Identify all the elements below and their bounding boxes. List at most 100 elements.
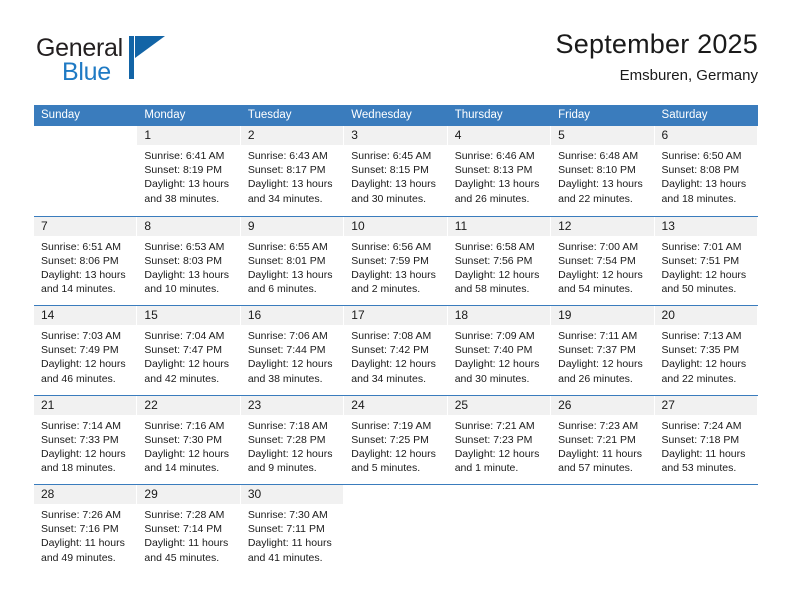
- day-number: 22: [144, 397, 158, 412]
- day-details: [551, 504, 654, 508]
- sunrise-text: Sunrise: 6:51 AM: [41, 240, 121, 253]
- sunrise-text: Sunrise: 7:14 AM: [41, 419, 121, 432]
- day-details: Sunrise: 7:16 AM Sunset: 7:30 PM Daylight:…: [137, 415, 240, 476]
- day-details: Sunrise: 7:03 AM Sunset: 7:49 PM Daylight:…: [34, 325, 137, 386]
- sunrise-text: Sunrise: 7:18 AM: [247, 419, 328, 432]
- calendar-day-cell[interactable]: 29 Sunrise: 7:28 AM Sunset: 7:14 PM Dayligh…: [137, 485, 241, 574]
- page-title: September 2025: [555, 29, 758, 59]
- calendar-day-cell[interactable]: 30 Sunrise: 7:30 AM Sunset: 7:11 PM Dayligh…: [240, 485, 345, 574]
- calendar-day-cell[interactable]: 20 Sunrise: 7:13 AM Sunset: 7:35 PM Dayligh…: [654, 306, 758, 395]
- calendar-day-cell[interactable]: 2 Sunrise: 6:43 AM Sunset: 8:17 PM Daylight…: [240, 126, 345, 216]
- day-number-band: [551, 485, 655, 504]
- calendar-day-cell[interactable]: 11 Sunrise: 6:58 AM Sunset: 7:56 PM Dayligh…: [447, 216, 552, 305]
- calendar-day-cell[interactable]: 27 Sunrise: 7:24 AM Sunset: 7:18 PM Dayligh…: [654, 395, 758, 484]
- calendar-day-cell[interactable]: 25 Sunrise: 7:21 AM Sunset: 7:23 PM Dayligh…: [447, 395, 552, 484]
- daylight-text-line1: Daylight: 13 hours: [351, 178, 436, 191]
- daylight-text-line2: and 18 minutes.: [661, 192, 737, 205]
- sunrise-text: Sunrise: 6:55 AM: [247, 240, 328, 253]
- day-details: Sunrise: 6:50 AM Sunset: 8:08 PM Daylight:…: [655, 145, 758, 206]
- daylight-text-line2: and 34 minutes.: [247, 192, 323, 205]
- day-details: Sunrise: 7:01 AM Sunset: 7:51 PM Daylight:…: [655, 236, 758, 297]
- day-details: Sunrise: 6:51 AM Sunset: 8:06 PM Daylight:…: [34, 236, 137, 297]
- calendar-day-cell[interactable]: 1 Sunrise: 6:41 AM Sunset: 8:19 PM Daylight…: [137, 126, 241, 216]
- calendar-day-cell[interactable]: 28 Sunrise: 7:26 AM Sunset: 7:16 PM Dayligh…: [34, 485, 138, 574]
- weekday-header-monday: Monday: [144, 109, 186, 121]
- calendar-day-cell[interactable]: 5 Sunrise: 6:48 AM Sunset: 8:10 PM Daylight…: [551, 126, 655, 216]
- daylight-text-line2: and 10 minutes.: [144, 283, 220, 296]
- calendar-day-cell[interactable]: 14 Sunrise: 7:03 AM Sunset: 7:49 PM Dayligh…: [34, 306, 138, 395]
- day-number-band: [34, 126, 138, 145]
- calendar-day-cell[interactable]: 13 Sunrise: 7:01 AM Sunset: 7:51 PM Dayligh…: [654, 216, 758, 305]
- calendar-day-cell[interactable]: 17 Sunrise: 7:08 AM Sunset: 7:42 PM Dayligh…: [344, 306, 448, 395]
- day-number-band: 24: [344, 395, 448, 415]
- day-number-band: 27: [654, 395, 758, 415]
- sunrise-text: Sunrise: 6:50 AM: [661, 150, 742, 162]
- sunset-text: Sunset: 7:47 PM: [144, 344, 223, 357]
- calendar-day-cell[interactable]: 3 Sunrise: 6:45 AM Sunset: 8:15 PM Daylight…: [344, 126, 448, 216]
- sunrise-text: Sunrise: 6:41 AM: [144, 150, 225, 162]
- day-number-band: 15: [137, 306, 241, 325]
- day-details: Sunrise: 7:08 AM Sunset: 7:42 PM Daylight:…: [344, 325, 447, 386]
- calendar-day-cell[interactable]: 15 Sunrise: 7:04 AM Sunset: 7:47 PM Dayligh…: [137, 306, 241, 395]
- calendar-day-cell[interactable]: 9 Sunrise: 6:55 AM Sunset: 8:01 PM Daylight…: [240, 216, 345, 305]
- daylight-text-line1: Daylight: 12 hours: [144, 447, 230, 460]
- day-number: 11: [454, 218, 468, 233]
- calendar-day-cell[interactable]: 22 Sunrise: 7:16 AM Sunset: 7:30 PM Dayligh…: [137, 395, 241, 484]
- daylight-text-line2: and 1 minute.: [454, 462, 519, 475]
- day-number-band: 20: [654, 306, 758, 325]
- daylight-text-line1: Daylight: 12 hours: [247, 358, 333, 371]
- day-details: [655, 504, 758, 508]
- day-number: 15: [144, 308, 158, 322]
- day-number-band: 2: [240, 126, 345, 145]
- day-number-band: 7: [34, 216, 138, 236]
- day-number-band: 12: [551, 216, 655, 236]
- calendar-day-cell-empty: [34, 126, 138, 216]
- brand-logo[interactable]: General Blue: [34, 34, 254, 92]
- day-number-band: 8: [137, 216, 241, 236]
- calendar-day-cell[interactable]: 12 Sunrise: 7:00 AM Sunset: 7:54 PM Dayligh…: [551, 216, 655, 305]
- calendar-day-cell[interactable]: 21 Sunrise: 7:14 AM Sunset: 7:33 PM Dayligh…: [34, 395, 138, 484]
- daylight-text-line2: and 46 minutes.: [41, 372, 116, 385]
- sunset-text: Sunset: 7:40 PM: [454, 344, 533, 357]
- daylight-text-line1: Daylight: 12 hours: [144, 358, 230, 371]
- day-number: 4: [454, 128, 462, 142]
- daylight-text-line2: and 57 minutes.: [558, 462, 633, 475]
- title-block: September 2025 Emsburen, Germany: [556, 28, 758, 86]
- daylight-text-line2: and 58 minutes.: [454, 283, 530, 296]
- calendar-day-cell[interactable]: 18 Sunrise: 7:09 AM Sunset: 7:40 PM Dayligh…: [447, 306, 552, 395]
- day-number: 20: [661, 308, 675, 322]
- calendar-day-cell[interactable]: 4 Sunrise: 6:46 AM Sunset: 8:13 PM Daylight…: [447, 126, 552, 216]
- daylight-text-line1: Daylight: 13 hours: [144, 268, 230, 281]
- sunrise-text: Sunrise: 7:03 AM: [41, 330, 121, 342]
- calendar-day-cell[interactable]: 19 Sunrise: 7:11 AM Sunset: 7:37 PM Dayligh…: [551, 306, 655, 395]
- day-number: 21: [41, 397, 55, 412]
- daylight-text-line2: and 22 minutes.: [661, 372, 737, 385]
- day-number: 3: [351, 128, 358, 142]
- day-number-band: 17: [344, 306, 448, 325]
- daylight-text-line1: Daylight: 11 hours: [41, 537, 125, 550]
- sunrise-text: Sunrise: 7:11 AM: [558, 330, 638, 342]
- sunrise-text: Sunrise: 6:43 AM: [247, 150, 328, 162]
- daylight-text-line1: Daylight: 13 hours: [661, 178, 747, 191]
- daylight-text-line1: Daylight: 12 hours: [247, 447, 333, 460]
- sunset-text: Sunset: 7:42 PM: [351, 344, 429, 357]
- calendar-day-cell[interactable]: 16 Sunrise: 7:06 AM Sunset: 7:44 PM Dayligh…: [240, 306, 345, 395]
- calendar-day-cell[interactable]: 10 Sunrise: 6:56 AM Sunset: 7:59 PM Dayligh…: [344, 216, 448, 305]
- calendar-day-cell[interactable]: 24 Sunrise: 7:19 AM Sunset: 7:25 PM Dayligh…: [344, 395, 448, 484]
- day-details: Sunrise: 7:18 AM Sunset: 7:28 PM Daylight:…: [241, 415, 344, 476]
- calendar-grid: Sunday Monday Tuesday Wednesday Thursday Frid…: [34, 105, 758, 574]
- day-number-band: 4: [447, 126, 552, 145]
- triangle-logo-icon: [135, 36, 165, 58]
- sunrise-text: Sunrise: 7:26 AM: [41, 509, 121, 521]
- calendar-day-cell[interactable]: 23 Sunrise: 7:18 AM Sunset: 7:28 PM Dayligh…: [240, 395, 345, 484]
- calendar-day-cell[interactable]: 26 Sunrise: 7:23 AM Sunset: 7:21 PM Dayligh…: [551, 395, 655, 484]
- calendar-day-cell[interactable]: 8 Sunrise: 6:53 AM Sunset: 8:03 PM Daylight…: [137, 216, 241, 305]
- weekday-header-wednesday: Wednesday: [351, 109, 412, 121]
- calendar-day-cell[interactable]: 6 Sunrise: 6:50 AM Sunset: 8:08 PM Daylight…: [654, 126, 758, 216]
- sunset-text: Sunset: 7:25 PM: [351, 433, 429, 446]
- sunrise-text: Sunrise: 7:09 AM: [454, 330, 535, 342]
- day-details: Sunrise: 6:56 AM Sunset: 7:59 PM Daylight:…: [344, 236, 447, 297]
- daylight-text-line2: and 38 minutes.: [144, 192, 220, 205]
- daylight-text-line2: and 54 minutes.: [558, 283, 633, 296]
- calendar-day-cell[interactable]: 7 Sunrise: 6:51 AM Sunset: 8:06 PM Daylight…: [34, 216, 138, 305]
